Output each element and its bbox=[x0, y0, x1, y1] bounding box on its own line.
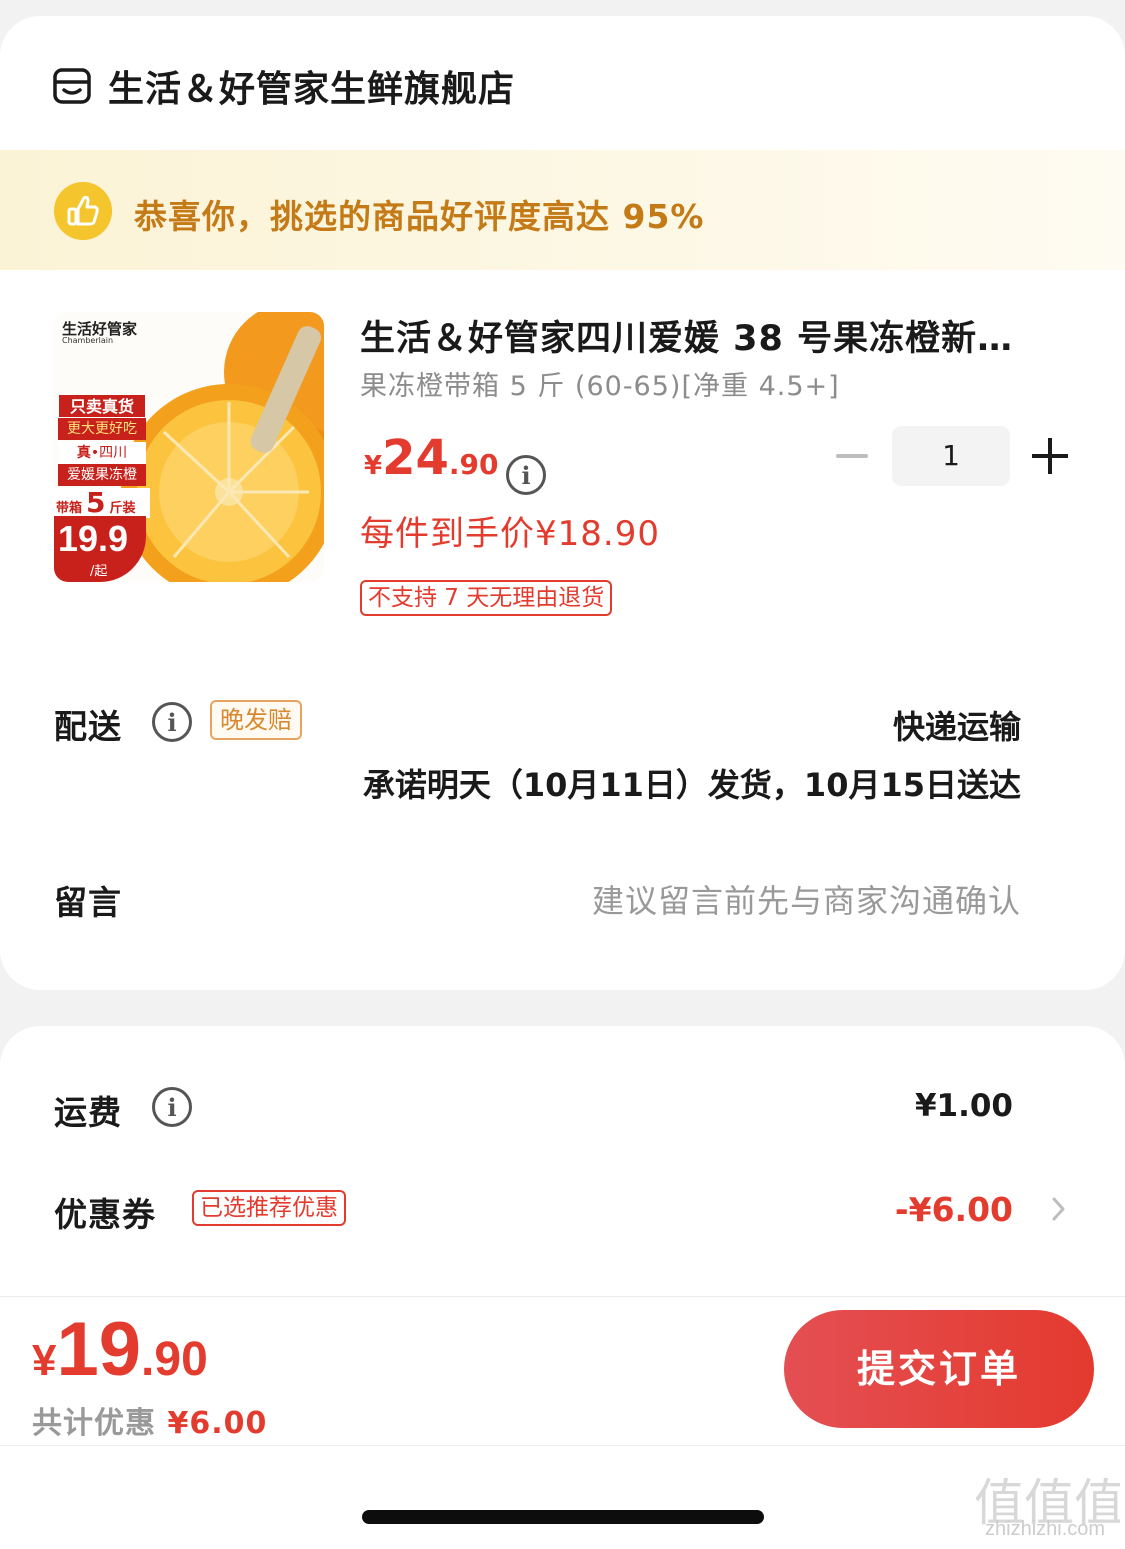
product-title[interactable]: 生活＆好管家四川爱媛 38 号果冻橙新… bbox=[360, 310, 1060, 361]
late-compensation-tag: 晚发赔 bbox=[210, 700, 302, 740]
total-savings: 共计优惠 ¥6.00 bbox=[32, 1398, 267, 1442]
message-input[interactable]: 建议留言前先与商家沟通确认 bbox=[592, 876, 1021, 922]
image-badge-weight: 5 bbox=[86, 486, 106, 519]
quantity-decrease-button[interactable] bbox=[836, 438, 868, 474]
quantity-increase-button[interactable] bbox=[1032, 438, 1068, 474]
banner-text: 恭喜你，挑选的商品好评度高达 95% bbox=[134, 197, 705, 236]
store-icon bbox=[53, 68, 91, 104]
store-header[interactable]: 生活＆好管家生鲜旗舰店 bbox=[52, 62, 515, 110]
delivery-promise: 承诺明天（10月11日）发货，10月15日送达 bbox=[362, 766, 1021, 804]
shipping-info-icon[interactable]: i bbox=[152, 1087, 192, 1127]
shipping-fee-value: ¥1.00 bbox=[914, 1088, 1013, 1124]
return-policy-tag: 不支持 7 天无理由退货 bbox=[360, 580, 613, 616]
total-decimal: .90 bbox=[141, 1333, 208, 1386]
product-spec[interactable]: 果冻橙带箱 5 斤 (60-65)[净重 4.5+] bbox=[360, 364, 840, 403]
product-image[interactable]: 生活好管家 Chamberlain 只卖真货 更大更好吃 真•四川 爱媛果冻橙 … bbox=[54, 312, 324, 582]
image-badge-sichuan: 四川 bbox=[99, 445, 128, 461]
total-integer: 19 bbox=[56, 1307, 142, 1392]
image-badge-box: 带箱 bbox=[56, 501, 83, 516]
coupon-tag: 已选推荐优惠 bbox=[192, 1190, 346, 1226]
quantity-input[interactable]: 1 bbox=[892, 426, 1010, 486]
price-decimal: .90 bbox=[448, 448, 499, 481]
price-integer: 24 bbox=[382, 430, 449, 486]
watermark-site: zhizhizhi.com bbox=[985, 1518, 1106, 1540]
image-badge-price: 19.9 bbox=[58, 518, 129, 559]
home-indicator[interactable] bbox=[362, 1510, 764, 1524]
image-badge-true: 真 bbox=[76, 445, 91, 461]
product-price: ¥ 24 .90 bbox=[364, 430, 499, 486]
coupon-label: 优惠券 bbox=[54, 1195, 156, 1234]
unit-price: 每件到手价¥18.90 bbox=[360, 514, 660, 554]
image-badge-unit: 斤装 bbox=[109, 501, 136, 516]
message-label: 留言 bbox=[54, 883, 122, 922]
total-price: ¥ 19 .90 bbox=[32, 1306, 208, 1393]
price-currency: ¥ bbox=[364, 451, 383, 481]
submit-order-button[interactable]: 提交订单 bbox=[784, 1310, 1094, 1428]
delivery-label: 配送 bbox=[54, 707, 122, 746]
savings-value: ¥6.00 bbox=[167, 1406, 268, 1441]
image-badge-genuine: 只卖真货 bbox=[58, 394, 146, 418]
shipping-fee-label: 运费 bbox=[54, 1093, 122, 1132]
savings-label: 共计优惠 bbox=[32, 1406, 156, 1441]
price-info-icon[interactable]: i bbox=[506, 455, 546, 495]
thumbs-up-icon bbox=[54, 182, 112, 240]
image-badge-bigger: 更大更好吃 bbox=[58, 418, 146, 440]
image-brand-en: Chamberlain bbox=[62, 336, 114, 345]
delivery-info-icon[interactable]: i bbox=[152, 702, 192, 742]
coupon-value[interactable]: -¥6.00 bbox=[895, 1190, 1013, 1229]
total-currency: ¥ bbox=[32, 1336, 57, 1385]
store-name: 生活＆好管家生鲜旗舰店 bbox=[108, 69, 516, 110]
image-badge-price-unit: /起 bbox=[90, 564, 108, 579]
chevron-right-icon[interactable] bbox=[1048, 1196, 1070, 1222]
delivery-method[interactable]: 快递运输 bbox=[893, 702, 1021, 748]
image-badge-variety: 爱媛果冻橙 bbox=[58, 464, 146, 486]
rating-banner: 恭喜你，挑选的商品好评度高达 95% bbox=[0, 150, 1125, 270]
home-indicator-area bbox=[0, 1447, 1125, 1549]
